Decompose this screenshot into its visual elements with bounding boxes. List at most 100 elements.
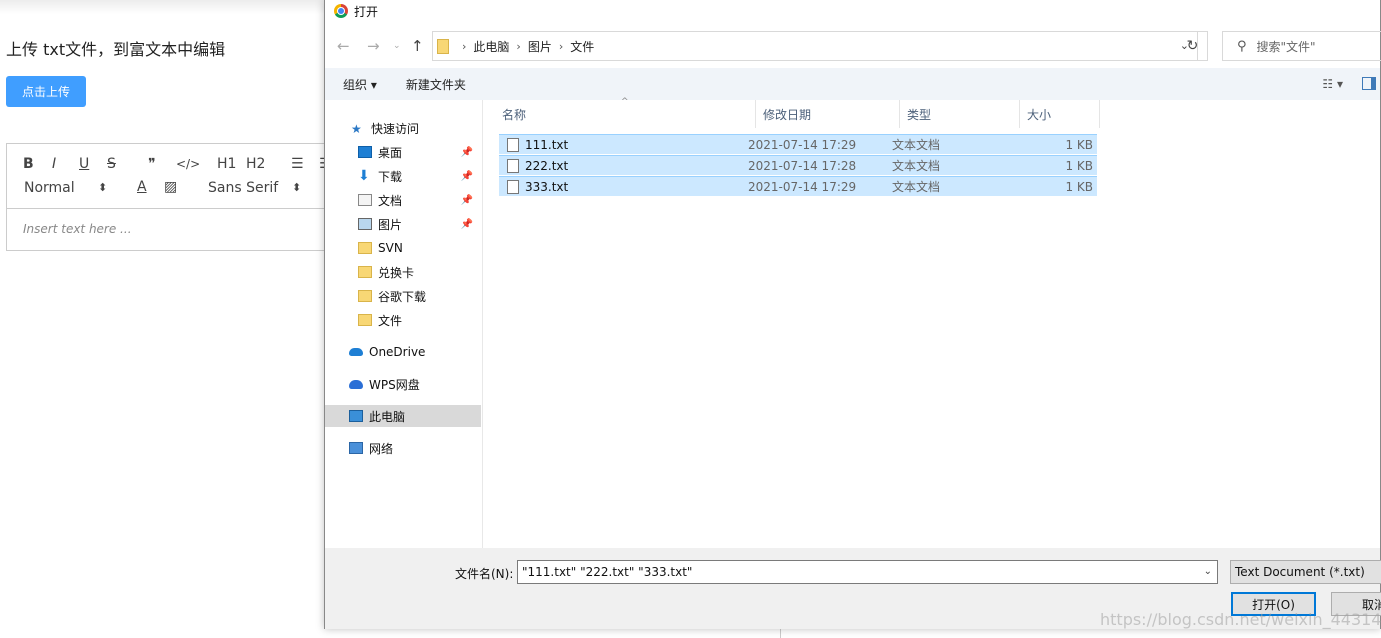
ordered-list-icon[interactable]: ☰	[291, 156, 304, 172]
nav-item-onedrive[interactable]: OneDrive	[325, 341, 481, 363]
search-input[interactable]: ⚲ 搜索"文件"	[1222, 31, 1381, 61]
column-header-size[interactable]: 大小	[1020, 100, 1100, 128]
file-row[interactable]: 111.txt 2021-07-14 17:29 文本文档 1 KB	[499, 134, 1097, 154]
h2-button[interactable]: H2	[246, 156, 265, 172]
file-row[interactable]: 222.txt 2021-07-14 17:28 文本文档 1 KB	[499, 155, 1097, 175]
file-modified: 2021-07-14 17:28	[748, 158, 857, 173]
nav-quick-access[interactable]: ★ 快速访问	[325, 117, 481, 139]
desktop-icon	[358, 146, 372, 158]
nav-item-desktop[interactable]: 桌面 📌	[325, 141, 481, 163]
recent-dropdown-icon[interactable]: ⌄	[393, 41, 401, 51]
nav-item-files[interactable]: 文件	[325, 309, 481, 331]
breadcrumb-item[interactable]: 此电脑	[473, 38, 509, 55]
bold-button[interactable]: B	[23, 156, 34, 172]
cloud-icon	[349, 348, 363, 356]
organize-button[interactable]: 组织 ▾	[343, 76, 377, 93]
file-type: 文本文档	[892, 159, 941, 173]
rich-text-editor: B I U S ❞ </> H1 H2 ☰ ☰ Normal ⬍ A ▨ San…	[6, 143, 336, 251]
nav-item-documents[interactable]: 文档 📌	[325, 189, 481, 211]
nav-item-pictures[interactable]: 图片 📌	[325, 213, 481, 235]
chevron-right-icon: ›	[462, 39, 467, 53]
file-type-select[interactable]: Text Document (*.txt)	[1230, 560, 1381, 584]
breadcrumb-item[interactable]: 图片	[528, 38, 552, 55]
file-size: 1 KB	[1065, 179, 1093, 194]
top-bar	[0, 0, 330, 14]
file-type: 文本文档	[892, 138, 941, 152]
pin-icon[interactable]: 📌	[461, 195, 473, 206]
address-bar[interactable]: › 此电脑 › 图片 › 文件 ⌄	[432, 31, 1198, 61]
file-name: 222.txt	[507, 158, 568, 173]
nav-label: 文档	[378, 193, 403, 208]
nav-label: 下载	[378, 169, 403, 184]
refresh-icon: ↻	[1186, 38, 1199, 54]
file-name-label: 333.txt	[525, 179, 569, 194]
chevron-down-icon[interactable]: ⌄	[1204, 566, 1212, 577]
column-header-name[interactable]: 名称	[499, 100, 756, 128]
editor-body[interactable]: Insert text here ...	[7, 209, 335, 249]
size-select[interactable]: Normal	[24, 180, 75, 196]
search-icon: ⚲	[1237, 38, 1247, 54]
new-folder-button[interactable]: 新建文件夹	[406, 76, 466, 93]
file-modified: 2021-07-14 17:29	[748, 179, 857, 194]
breadcrumb-item[interactable]: 文件	[570, 38, 594, 55]
filename-input[interactable]: "111.txt" "222.txt" "333.txt" ⌄	[517, 560, 1218, 584]
nav-item-this-pc[interactable]: 此电脑	[325, 405, 481, 427]
file-list: ^ 名称 修改日期 类型 大小 111.txt 2021-07-14 17:29…	[484, 97, 1381, 548]
divider	[780, 629, 781, 638]
view-options-icon[interactable]: ☷ ▾	[1322, 77, 1343, 91]
file-name: 333.txt	[507, 179, 569, 194]
nav-item-svn[interactable]: SVN	[325, 237, 481, 259]
underline-button[interactable]: U	[79, 156, 89, 172]
refresh-button[interactable]: ↻	[1178, 31, 1208, 61]
nav-item-network[interactable]: 网络	[325, 437, 481, 459]
search-placeholder: 搜索"文件"	[1256, 39, 1316, 54]
nav-item-downloads[interactable]: ⬇ 下载 📌	[325, 165, 481, 187]
forward-icon[interactable]: →	[367, 37, 380, 55]
up-icon[interactable]: ↑	[411, 37, 424, 55]
star-icon: ★	[351, 122, 362, 136]
nav-item-wps[interactable]: WPS网盘	[325, 373, 481, 395]
h1-button[interactable]: H1	[217, 156, 236, 172]
size-select-arrow-icon[interactable]: ⬍	[98, 181, 107, 194]
nav-label: OneDrive	[369, 345, 426, 359]
nav-label: 文件	[378, 313, 403, 328]
page-title: 上传 txt文件，到富文本中编辑	[6, 40, 226, 59]
italic-button[interactable]: I	[52, 156, 56, 172]
strike-button[interactable]: S	[107, 156, 116, 172]
preview-pane-icon[interactable]	[1362, 77, 1376, 90]
column-header-modified[interactable]: 修改日期	[756, 100, 900, 128]
pin-icon[interactable]: 📌	[461, 219, 473, 230]
nav-label: 图片	[378, 217, 403, 232]
code-button[interactable]: </>	[176, 157, 200, 171]
nav-item-redeem-card[interactable]: 兑换卡	[325, 261, 481, 283]
dialog-title-bar: 打开	[325, 0, 1380, 22]
pin-icon[interactable]: 📌	[461, 171, 473, 182]
open-file-dialog: 打开 ← → ⌄ ↑ › 此电脑 › 图片 › 文件 ⌄ ↻ ⚲ 搜索"文件" …	[324, 0, 1381, 629]
pin-icon[interactable]: 📌	[461, 147, 473, 158]
file-size: 1 KB	[1065, 158, 1093, 173]
back-icon[interactable]: ←	[337, 37, 350, 55]
download-icon: ⬇	[358, 168, 370, 184]
editor-toolbar: B I U S ❞ </> H1 H2 ☰ ☰ Normal ⬍ A ▨ San…	[7, 144, 335, 209]
nav-label: 网络	[369, 441, 394, 456]
nav-item-chrome-downloads[interactable]: 谷歌下载	[325, 285, 481, 307]
file-type: 文本文档	[892, 180, 941, 194]
column-header-type[interactable]: 类型	[900, 100, 1020, 128]
folder-icon	[358, 266, 372, 278]
network-icon	[349, 442, 363, 454]
upload-button[interactable]: 点击上传	[6, 76, 86, 107]
background-color-icon[interactable]: ▨	[164, 179, 177, 195]
nav-label: 此电脑	[369, 409, 406, 424]
editor-placeholder: Insert text here ...	[23, 222, 132, 236]
file-row[interactable]: 333.txt 2021-07-14 17:29 文本文档 1 KB	[499, 176, 1097, 196]
dialog-title: 打开	[354, 4, 379, 19]
text-color-icon[interactable]: A	[137, 179, 147, 195]
text-file-icon	[507, 179, 519, 194]
watermark: https://blog.csdn.net/weixin_44314258	[1100, 610, 1381, 629]
font-select-arrow-icon[interactable]: ⬍	[292, 181, 301, 194]
document-icon	[358, 194, 372, 206]
text-file-icon	[507, 158, 519, 173]
file-name: 111.txt	[507, 137, 568, 152]
blockquote-button[interactable]: ❞	[148, 156, 156, 172]
font-select[interactable]: Sans Serif	[208, 180, 278, 196]
